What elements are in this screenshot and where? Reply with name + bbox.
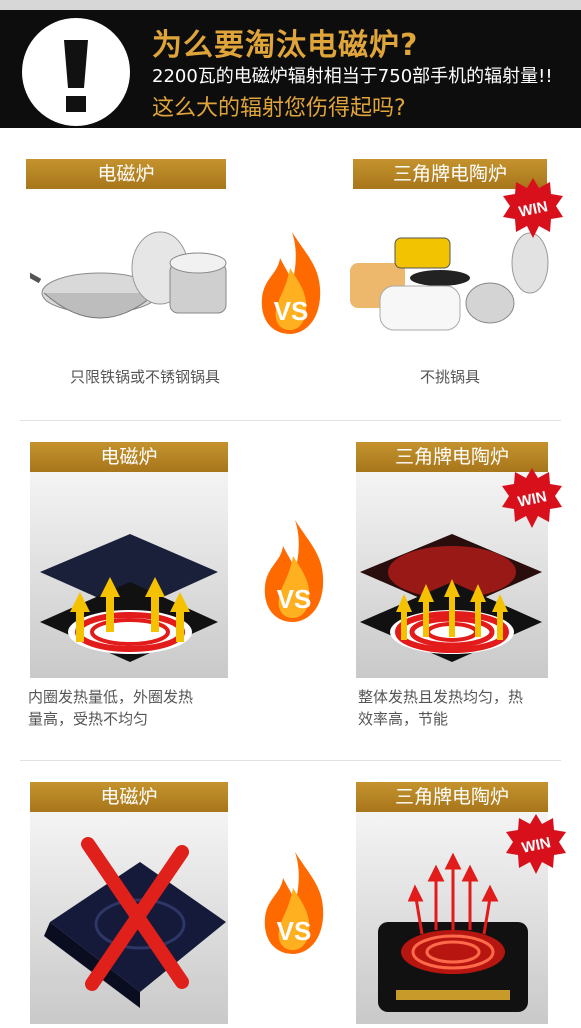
vs-flame-icon: VS [261, 232, 321, 334]
vs-text: VS [277, 916, 312, 946]
win-badge: WIN [506, 814, 566, 874]
steel-pots-image [30, 231, 227, 319]
caption-induction: 只限铁锅或不锈钢锅具 [69, 368, 220, 386]
section-appliance: 电磁炉 三角牌电陶炉 VS WIN [0, 768, 581, 1024]
section-cookware: 电磁炉 三角牌电陶炉 VS WIN 只限铁锅或不锈钢锅具 不挑锅具 [0, 128, 581, 418]
header-title: 为么要淘汰电磁炉? [152, 28, 419, 63]
section-heating: 电磁炉 三角牌电陶炉 VS WIN 内圈发热量低，外圈发热 量高，受热不均匀 整… [0, 428, 581, 758]
tag-ceramic: 三角牌电陶炉 [356, 782, 548, 812]
induction-heating-image [40, 534, 218, 662]
header-subtitle: 2200瓦的电磁炉辐射相当于750部手机的辐射量!! [152, 66, 553, 87]
header-banner: 为么要淘汰电磁炉? 2200瓦的电磁炉辐射相当于750部手机的辐射量!! 这么大… [0, 0, 581, 128]
header-top-strip [0, 0, 581, 10]
induction-cooker-panel [30, 812, 228, 1024]
section-divider [20, 420, 561, 421]
induction-heating-panel [30, 472, 228, 678]
vs-text: VS [277, 584, 312, 614]
caption-ceramic: 整体发热且发热均匀，热 效率高，节能 [358, 686, 568, 730]
tag-induction: 电磁炉 [30, 442, 228, 472]
caption-ceramic: 不挑锅具 [419, 368, 480, 386]
exclamation-icon [22, 18, 130, 126]
tag-induction: 电磁炉 [26, 159, 226, 189]
vs-flame-icon: VS [264, 852, 324, 954]
caption-induction: 内圈发热量低，外圈发热 量高，受热不均匀 [28, 686, 238, 730]
caption-line: 效率高，节能 [358, 710, 449, 728]
caption-line: 内圈发热量低，外圈发热 [28, 688, 194, 706]
caption-line: 整体发热且发热均匀，热 [358, 688, 524, 706]
tag-induction: 电磁炉 [30, 782, 228, 812]
caption-line: 量高，受热不均匀 [28, 710, 149, 728]
win-badge: WIN [502, 468, 562, 528]
section-divider [20, 760, 561, 761]
header-question: 这么大的辐射您伤得起吗? [152, 96, 406, 121]
win-badge: WIN [503, 178, 563, 238]
vs-text: VS [274, 296, 309, 326]
induction-cooker-image [44, 837, 226, 1008]
vs-flame-icon: VS [264, 520, 324, 622]
